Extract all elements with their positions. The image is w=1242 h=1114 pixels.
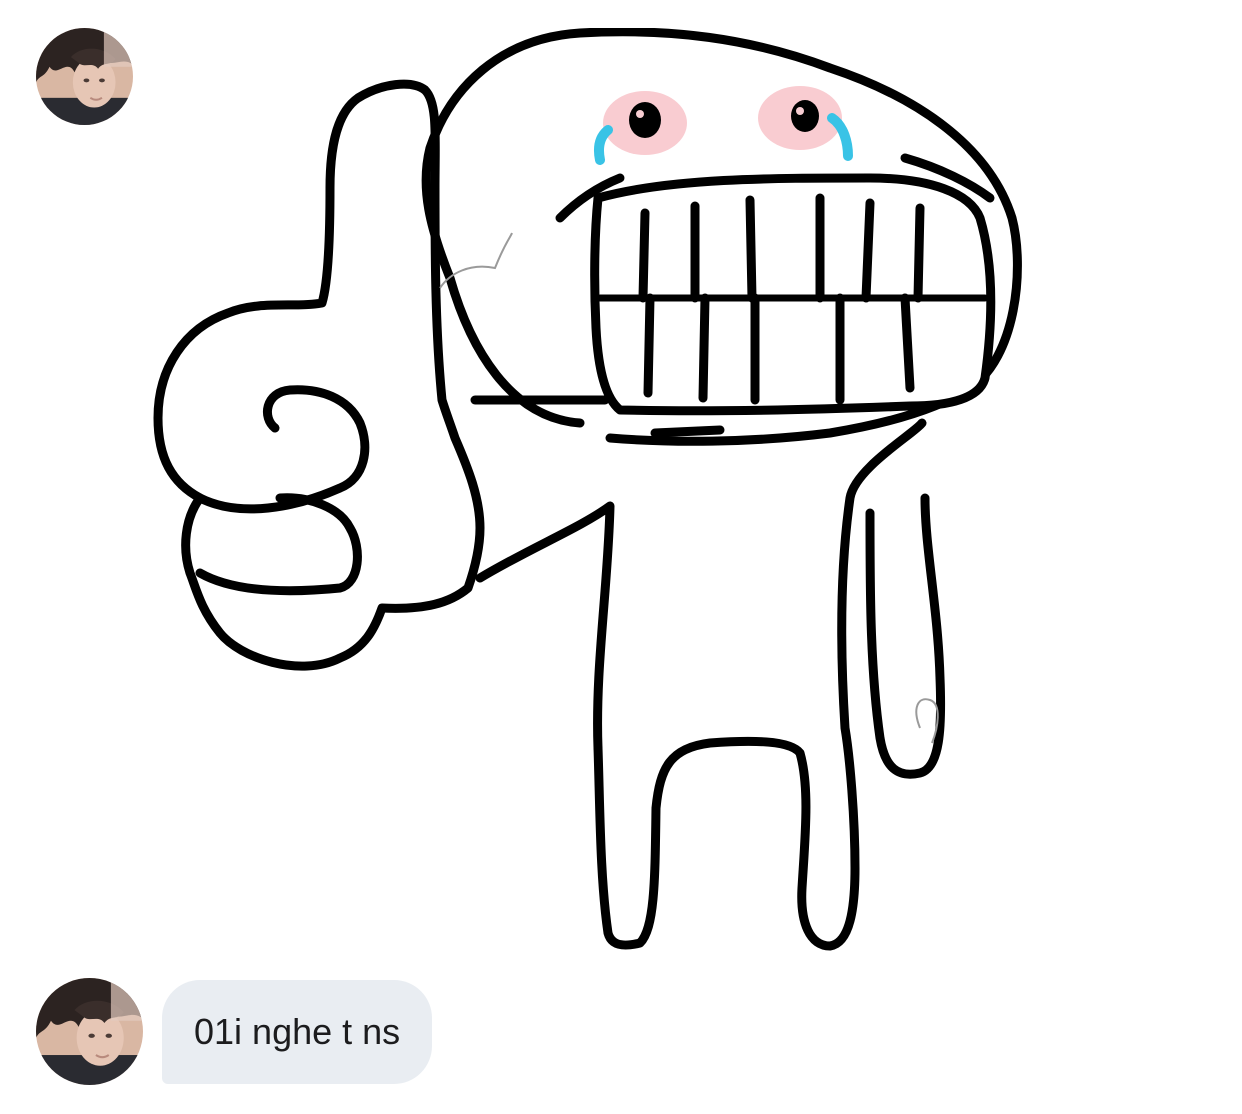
message-text: 01i nghe t ns	[194, 1011, 401, 1052]
crying-thumbs-up-stickman-icon	[153, 28, 1022, 951]
message-bubble[interactable]: 01i nghe t ns	[162, 980, 433, 1084]
chat-thread: 01i nghe t ns	[0, 0, 1242, 1114]
user-avatar-icon	[36, 28, 133, 125]
sender-avatar[interactable]	[36, 28, 133, 125]
sticker-image[interactable]	[150, 28, 1030, 953]
user-avatar-icon	[36, 978, 143, 1085]
sender-avatar[interactable]	[36, 978, 143, 1085]
